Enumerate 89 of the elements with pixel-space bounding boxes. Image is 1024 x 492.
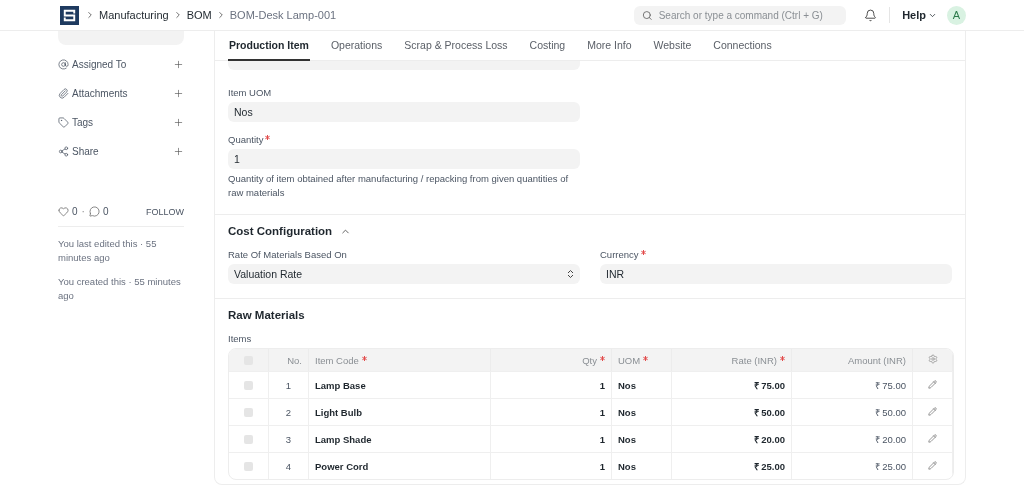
table-cell: 2 xyxy=(285,406,292,418)
section-title: Raw Materials xyxy=(228,309,305,321)
input-field[interactable]: INR xyxy=(600,264,952,284)
table-cell: ₹ 25.00 xyxy=(753,460,785,472)
column-header: Rate (INR) xyxy=(731,354,785,366)
field-label: Rate Of Materials Based On xyxy=(228,249,348,260)
select-field[interactable]: Valuation Rate xyxy=(228,264,580,284)
table-cell: 1 xyxy=(285,379,292,391)
table-cell: Lamp Base xyxy=(315,379,366,391)
breadcrumb-link[interactable]: BOM-Desk Lamp-001 xyxy=(229,9,337,21)
tab[interactable]: Costing xyxy=(528,31,567,61)
field-description: Quantity of item obtained after manufacturing / repacking from given quantities of raw materials xyxy=(228,172,570,200)
tab[interactable]: Operations xyxy=(329,31,384,61)
tab[interactable]: Scrap & Process Loss xyxy=(403,31,509,61)
table-cell: Nos xyxy=(618,379,636,391)
separator-dot: · xyxy=(81,206,85,217)
edit-icon[interactable] xyxy=(928,433,937,443)
activity-text: You created this · 55 minutes ago xyxy=(58,275,182,303)
sidebar-action-link[interactable]: Share xyxy=(58,145,99,157)
table-cell: 1 xyxy=(599,433,605,445)
activity-text: You last edited this · 55 minutes ago xyxy=(58,237,158,265)
edit-icon[interactable] xyxy=(928,460,937,470)
search-icon xyxy=(642,9,653,21)
column-header: UOM xyxy=(618,354,649,366)
checkbox[interactable] xyxy=(244,381,253,391)
table-cell: ₹ 20.00 xyxy=(753,433,785,445)
table-cell: Nos xyxy=(618,433,636,445)
help-menu[interactable]: Help xyxy=(902,9,937,21)
table-cell: 1 xyxy=(599,379,605,391)
field-label: Currency xyxy=(600,249,952,260)
column-header: Amount (INR) xyxy=(847,354,906,366)
search-field[interactable]: Search or type a command (Ctrl + G) xyxy=(634,5,847,25)
add-icon[interactable] xyxy=(173,58,184,70)
table-cell: Power Cord xyxy=(315,460,369,472)
edit-icon[interactable] xyxy=(928,379,937,389)
table-cell: Light Bulb xyxy=(315,406,362,418)
like-count: 0 xyxy=(72,206,78,217)
input-field[interactable]: 1 xyxy=(228,149,580,169)
table-cell: Nos xyxy=(618,406,636,418)
heart-icon[interactable] xyxy=(58,206,69,217)
add-icon[interactable] xyxy=(173,145,184,157)
column-header: No. xyxy=(287,354,302,366)
add-icon[interactable] xyxy=(173,87,184,99)
comment-count: 0 xyxy=(102,206,109,217)
checkbox[interactable] xyxy=(244,408,253,418)
table-cell: ₹ 50.00 xyxy=(874,406,906,418)
table-cell: Nos xyxy=(618,460,636,472)
table-cell: 4 xyxy=(285,460,292,472)
user-avatar[interactable]: A xyxy=(947,5,966,25)
table-cell: ₹ 50.00 xyxy=(753,406,785,418)
settings-icon[interactable] xyxy=(927,354,938,364)
chevron-right-icon xyxy=(85,10,95,20)
input-field[interactable] xyxy=(228,61,580,70)
input-field[interactable]: Nos xyxy=(228,102,580,122)
tag-icon xyxy=(58,116,69,128)
user-at-icon xyxy=(58,58,69,70)
sidebar-action-link[interactable]: Attachments xyxy=(58,87,128,99)
column-header: Qty xyxy=(582,354,605,366)
edit-icon[interactable] xyxy=(928,406,937,416)
paperclip-icon xyxy=(58,87,69,99)
sidebar-action-link[interactable]: Tags xyxy=(58,116,94,128)
tab[interactable]: Connections xyxy=(712,31,773,61)
field-label: Items xyxy=(228,333,253,344)
checkbox[interactable] xyxy=(244,462,253,472)
comment-icon[interactable] xyxy=(88,206,100,217)
breadcrumb-link[interactable]: BOM xyxy=(186,9,212,21)
sidebar-action-link[interactable]: Assigned To xyxy=(58,58,127,70)
table-cell: ₹ 75.00 xyxy=(874,379,906,391)
notification-bell-icon[interactable] xyxy=(864,8,878,22)
table-cell: ₹ 20.00 xyxy=(874,433,906,445)
section-title: Cost Configuration xyxy=(228,225,333,237)
share-icon xyxy=(58,145,69,157)
table-cell: 1 xyxy=(599,460,605,472)
follow-button[interactable]: FOLLOW xyxy=(146,206,184,217)
column-header: Item Code xyxy=(315,354,367,366)
table-cell: 1 xyxy=(599,406,605,418)
field-label: Item UOM xyxy=(228,87,273,98)
select-arrows-icon xyxy=(567,269,574,279)
field-label: Quantity xyxy=(228,134,952,145)
tab[interactable]: Website xyxy=(652,31,693,61)
tab[interactable]: More Info xyxy=(586,31,633,61)
table-cell: 3 xyxy=(285,433,292,445)
table-cell: ₹ 25.00 xyxy=(874,460,906,472)
checkbox[interactable] xyxy=(244,435,253,445)
logo-icon[interactable] xyxy=(60,5,79,25)
add-icon[interactable] xyxy=(173,116,184,128)
table-cell: ₹ 75.00 xyxy=(753,379,785,391)
table-cell: Lamp Shade xyxy=(315,433,372,445)
breadcrumb-link[interactable]: Manufacturing xyxy=(99,9,169,21)
